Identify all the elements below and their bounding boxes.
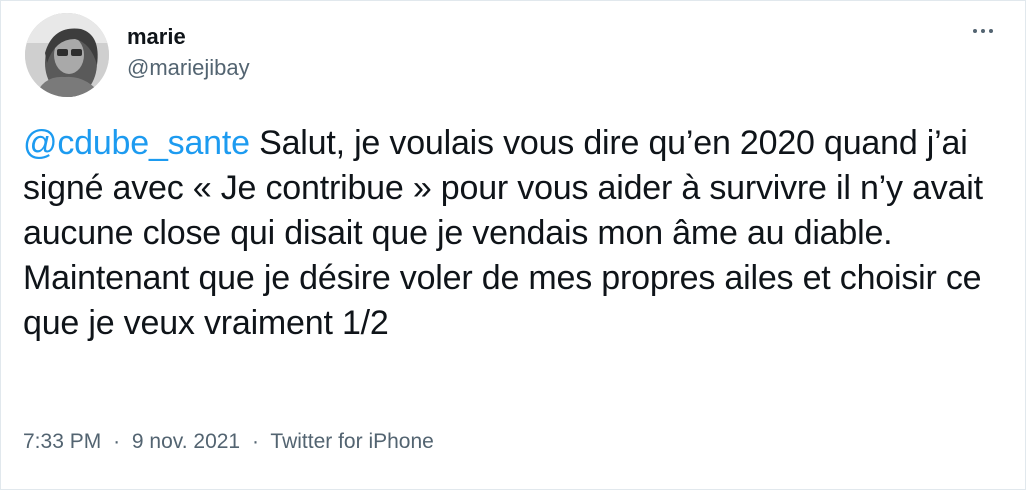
- tweet-source[interactable]: Twitter for iPhone: [270, 430, 433, 453]
- more-options-button[interactable]: [965, 19, 1001, 43]
- more-horizontal-icon-dot: [989, 29, 993, 33]
- tweet-text: @cdube_sante Salut, je voulais vous dire…: [23, 121, 993, 346]
- more-horizontal-icon-dot: [981, 29, 985, 33]
- tweet-date[interactable]: 9 nov. 2021: [132, 430, 240, 453]
- avatar[interactable]: [25, 13, 109, 97]
- more-horizontal-icon: [973, 29, 977, 33]
- user-handle[interactable]: @mariejibay: [127, 55, 250, 81]
- tweet-metadata: 7:33 PM · 9 nov. 2021 · Twitter for iPho…: [23, 429, 434, 455]
- separator: ·: [251, 430, 259, 453]
- tweet-time[interactable]: 7:33 PM: [23, 430, 101, 453]
- mention-link[interactable]: @cdube_sante: [23, 124, 250, 162]
- tweet-header: marie @mariejibay: [25, 13, 1005, 97]
- profile-photo-icon: [25, 13, 109, 97]
- tweet-card: marie @mariejibay @cdube_sante Salut, je…: [0, 0, 1026, 490]
- display-name[interactable]: marie: [127, 25, 250, 49]
- separator: ·: [113, 430, 121, 453]
- author-names: marie @mariejibay: [127, 25, 250, 81]
